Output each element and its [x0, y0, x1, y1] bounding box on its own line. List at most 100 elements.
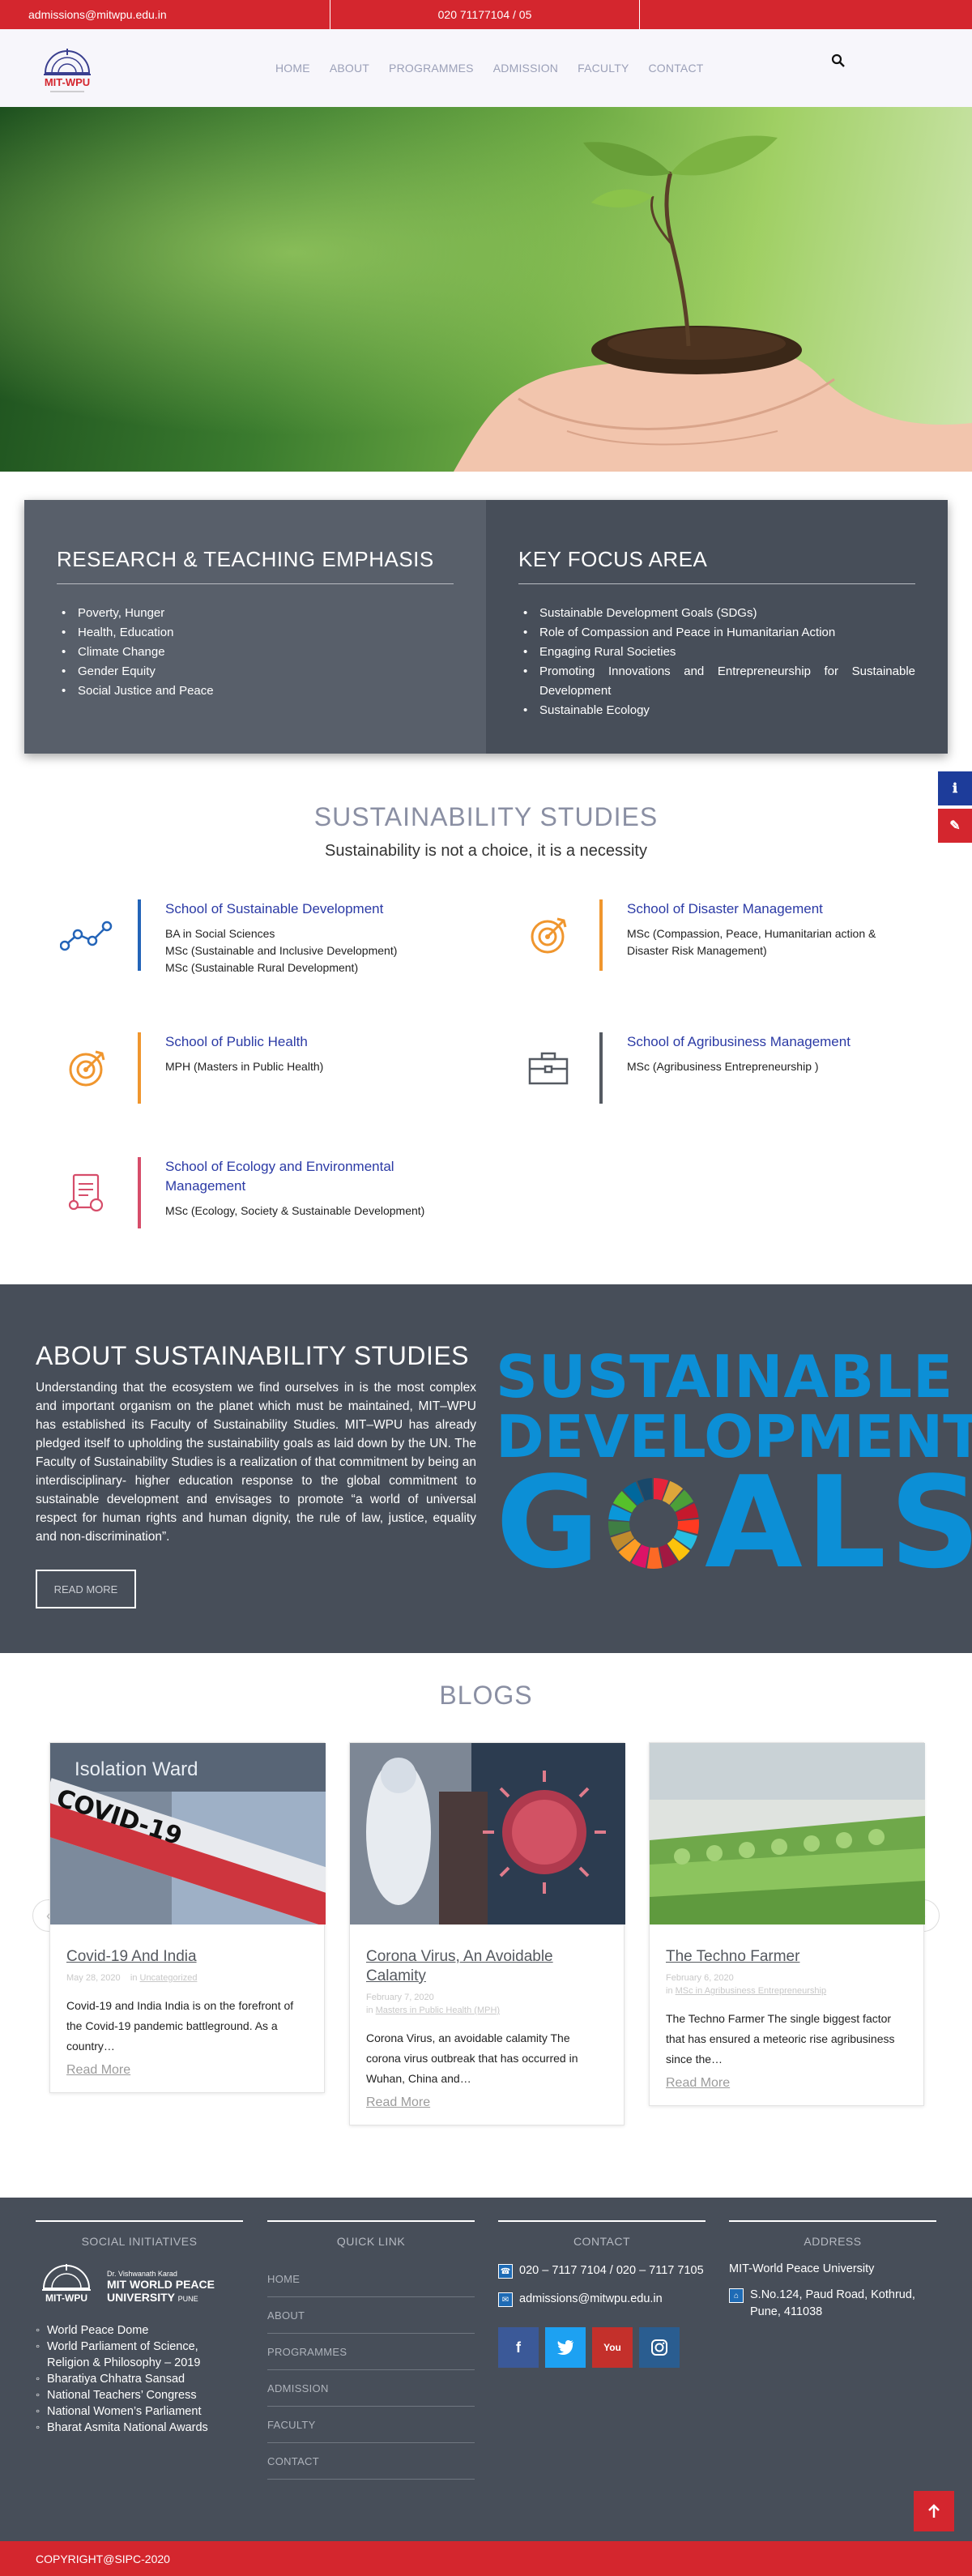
about-body: Understanding that the ecosystem we find…	[36, 1381, 476, 1544]
research-emphasis-title: RESEARCH & TEACHING EMPHASIS	[57, 547, 454, 584]
school-sustainable-development: School of Sustainable Development BA in …	[50, 899, 433, 976]
sdg-logo: SUSTAINABLE DEVELOPMENT G ALS	[496, 1348, 972, 1591]
blog-category-link[interactable]: Masters in Public Health (MPH)	[376, 2006, 500, 2015]
school-title-link[interactable]: School of Disaster Management	[627, 899, 894, 919]
nav-contact[interactable]: CONTACT	[648, 62, 703, 75]
svg-text:MIT-WPU: MIT-WPU	[45, 2292, 87, 2304]
info-side-button[interactable]: ℹ	[938, 771, 972, 805]
list-item: Role of Compassion and Peace in Humanita…	[518, 623, 915, 643]
quick-links-list: HOME ABOUT PROGRAMMES ADMISSION FACULTY …	[267, 2261, 475, 2480]
logo-line: MIT WORLD PEACE	[107, 2278, 215, 2292]
blog-meta: February 7, 2020 in Masters in Public Hea…	[366, 1993, 501, 2015]
blog-read-more-link[interactable]: Read More	[666, 2076, 907, 2091]
blog-date: May 28, 2020	[66, 1973, 121, 1983]
school-title-link[interactable]: School of Ecology and Environmental Mana…	[165, 1157, 433, 1196]
contact-email[interactable]: ✉ admissions@mitwpu.edu.in	[498, 2291, 706, 2308]
instagram-icon[interactable]	[639, 2327, 680, 2368]
quick-link-home[interactable]: HOME	[267, 2261, 475, 2297]
list-item: Gender Equity	[57, 662, 454, 681]
target-icon	[50, 1032, 123, 1105]
nav-programmes[interactable]: PROGRAMMES	[389, 62, 474, 75]
divider	[599, 899, 603, 971]
school-title-link[interactable]: School of Agribusiness Management	[627, 1032, 894, 1052]
nav-faculty[interactable]: FACULTY	[578, 62, 629, 75]
briefcase-icon	[512, 1032, 585, 1105]
list-item[interactable]: World Peace Dome	[36, 2322, 243, 2339]
footer-heading: QUICK LINK	[267, 2220, 475, 2248]
search-icon[interactable]	[831, 53, 846, 68]
contact-phone[interactable]: ☎ 020 – 7117 7104 / 020 – 7117 7105	[498, 2262, 706, 2279]
read-more-button[interactable]: READ MORE	[36, 1570, 136, 1608]
quick-link-about[interactable]: ABOUT	[267, 2297, 475, 2334]
blog-title-link[interactable]: The Techno Farmer	[666, 1947, 907, 1967]
logo-line: Dr. Vishwanath Karad	[107, 2269, 177, 2278]
school-ecology-environmental-management: School of Ecology and Environmental Mana…	[50, 1157, 433, 1230]
blog-image-corona[interactable]	[350, 1743, 625, 1925]
quick-link-programmes[interactable]: PROGRAMMES	[267, 2334, 475, 2370]
social-initiatives-list: World Peace Dome World Parliament of Sci…	[36, 2322, 243, 2436]
studies-section: SUSTAINABILITY STUDIES Sustainability is…	[0, 802, 972, 861]
blog-date: February 6, 2020	[666, 1973, 734, 1983]
nav-about[interactable]: ABOUT	[330, 62, 369, 75]
mit-world-peace-university-logo[interactable]: MIT-WPU Dr. Vishwanath Karad MIT WORLD P…	[36, 2261, 243, 2313]
top-email[interactable]: admissions@mitwpu.edu.in	[0, 0, 330, 29]
emphasis-panel: RESEARCH & TEACHING EMPHASIS Poverty, Hu…	[24, 500, 948, 754]
school-programs: BA in Social Sciences MSc (Sustainable a…	[165, 927, 398, 974]
target-icon	[512, 899, 585, 972]
nav-home[interactable]: HOME	[275, 62, 310, 75]
school-disaster-management: School of Disaster Management MSc (Compa…	[512, 899, 894, 972]
list-item: Social Justice and Peace	[57, 681, 454, 701]
list-item[interactable]: National Teachers’ Congress	[36, 2387, 243, 2403]
phone-icon: ☎	[498, 2264, 513, 2279]
blog-title-link[interactable]: Corona Virus, An Avoidable Calamity	[366, 1947, 608, 1986]
quick-link-faculty[interactable]: FACULTY	[267, 2407, 475, 2443]
logo-line: PUNE	[177, 2295, 198, 2304]
back-to-top-button[interactable]	[914, 2491, 954, 2531]
research-emphasis-list: Poverty, Hunger Health, Education Climat…	[57, 604, 454, 701]
svg-text:MIT-WPU: MIT-WPU	[45, 76, 90, 88]
school-title-link[interactable]: School of Public Health	[165, 1032, 433, 1052]
school-programs: MSc (Compassion, Peace, Humanitarian act…	[627, 927, 876, 957]
sdg-g: G	[496, 1449, 603, 1596]
studies-subtitle: Sustainability is not a choice, it is a …	[325, 842, 647, 860]
sdg-wheel-segment	[646, 1547, 663, 1569]
list-item: Poverty, Hunger	[57, 604, 454, 623]
footer-social-initiatives: SOCIAL INITIATIVES MIT-WPU Dr. Vishwanat…	[36, 2220, 243, 2436]
blog-read-more-link[interactable]: Read More	[66, 2063, 308, 2078]
key-focus-title: KEY FOCUS AREA	[518, 547, 915, 584]
location-icon: ⌂	[729, 2288, 744, 2303]
facebook-icon[interactable]: f	[498, 2327, 539, 2368]
sdg-als: ALS	[705, 1449, 972, 1596]
divider	[138, 1032, 141, 1104]
school-title-link[interactable]: School of Sustainable Development	[165, 899, 433, 919]
email-icon: ✉	[498, 2292, 513, 2307]
list-item[interactable]: National Women’s Parliament	[36, 2403, 243, 2420]
address-text: S.No.124, Paud Road, Kothrud, Pune, 4110…	[750, 2288, 915, 2318]
quick-link-admission[interactable]: ADMISSION	[267, 2370, 475, 2407]
list-item[interactable]: Bharatiya Chhatra Sansad	[36, 2371, 243, 2387]
school-programs: MSc (Ecology, Society & Sustainable Deve…	[165, 1204, 425, 1217]
list-item: Health, Education	[57, 623, 454, 643]
address-name: MIT-World Peace University	[729, 2262, 875, 2275]
blog-card: Corona Virus, An Avoidable Calamity Febr…	[349, 1742, 625, 2125]
quick-link-contact[interactable]: CONTACT	[267, 2443, 475, 2480]
top-phone[interactable]: 020 71177104 / 05	[330, 0, 640, 29]
studies-title: SUSTAINABILITY STUDIES	[313, 802, 659, 831]
youtube-icon[interactable]: You	[592, 2327, 633, 2368]
key-focus-box: KEY FOCUS AREA Sustainable Development G…	[486, 500, 948, 754]
footer-heading: ADDRESS	[729, 2220, 936, 2248]
list-item[interactable]: World Parliament of Science, Religion & …	[36, 2339, 243, 2371]
mit-wpu-logo[interactable]: MIT-WPU	[34, 45, 100, 97]
blog-image-covid[interactable]: Isolation Ward COVID-19	[50, 1743, 326, 1925]
blog-title-link[interactable]: Covid-19 And India	[66, 1947, 308, 1967]
about-title: ABOUT SUSTAINABILITY STUDIES	[36, 1341, 470, 1370]
blog-category-link[interactable]: Uncategorized	[140, 1973, 198, 1983]
sdg-line-3: G ALS	[496, 1459, 972, 1586]
twitter-icon[interactable]	[545, 2327, 586, 2368]
list-item: Sustainable Ecology	[518, 701, 915, 720]
nav-admission[interactable]: ADMISSION	[493, 62, 558, 75]
blog-category-link[interactable]: MSc in Agribusiness Entrepreneurship	[676, 1986, 826, 1996]
blog-read-more-link[interactable]: Read More	[366, 2095, 608, 2110]
blog-image-techno-farmer[interactable]	[650, 1743, 925, 1925]
list-item[interactable]: Bharat Asmita National Awards	[36, 2420, 243, 2436]
